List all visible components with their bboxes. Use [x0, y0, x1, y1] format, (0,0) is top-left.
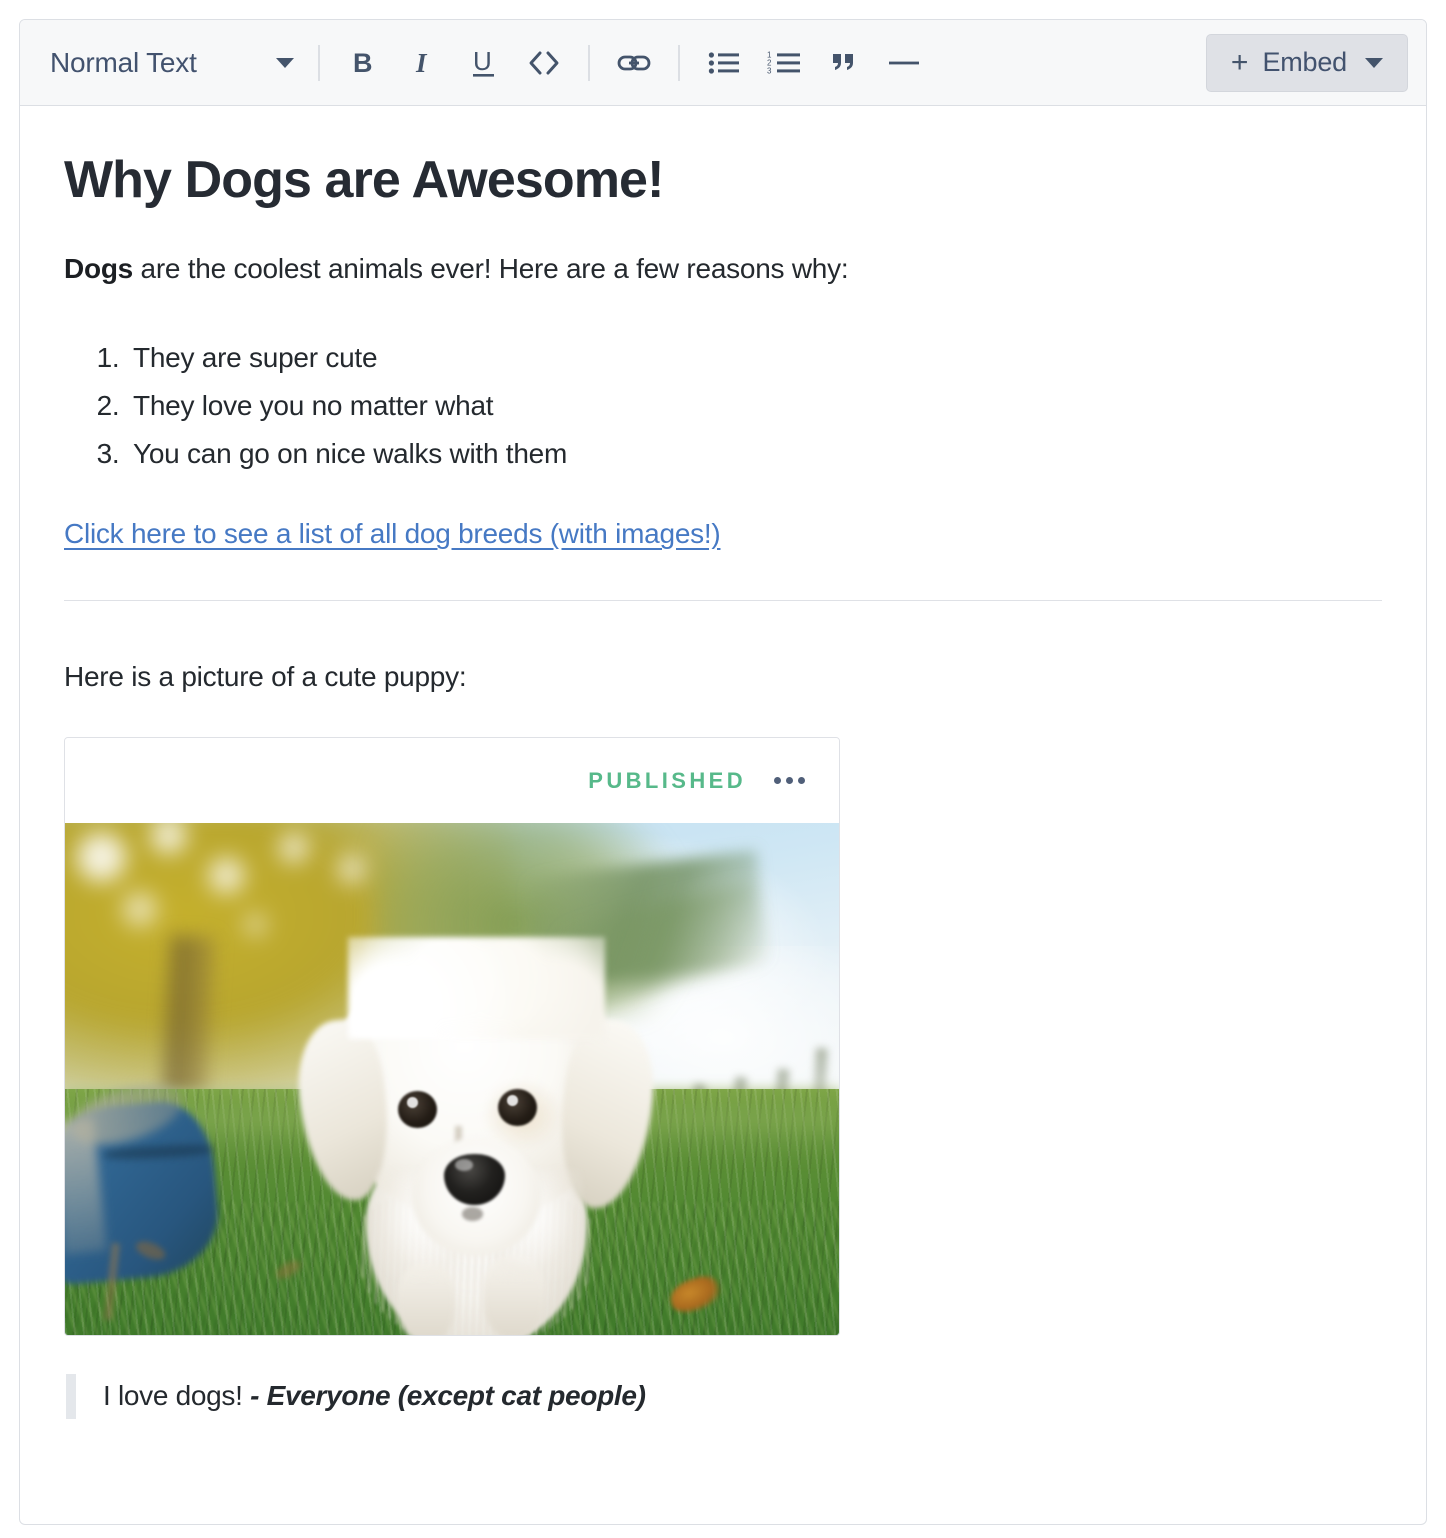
embed-card-header: PUBLISHED	[65, 738, 839, 823]
puppy-nose-highlight	[455, 1159, 473, 1171]
puppy-mouth	[462, 1207, 483, 1221]
dot	[798, 777, 805, 784]
dot	[774, 777, 781, 784]
horizontal-divider	[64, 600, 1382, 601]
bulleted-list-button[interactable]	[699, 38, 749, 88]
svg-text:3: 3	[767, 66, 772, 75]
svg-text:B: B	[353, 48, 373, 78]
more-horizontal-icon[interactable]	[772, 771, 807, 790]
blockquote-button[interactable]	[819, 38, 869, 88]
list-item: They are super cute	[127, 334, 1382, 382]
breeds-link-paragraph: Click here to see a list of all dog bree…	[64, 518, 1382, 550]
blockquote: I love dogs! - Everyone (except cat peop…	[64, 1374, 1382, 1419]
puppy-photo	[65, 823, 840, 1335]
puppy-eye	[498, 1089, 537, 1126]
text-style-value: Normal Text	[50, 47, 264, 79]
reasons-ordered-list: They are super cute They love you no mat…	[64, 334, 1382, 478]
editor-toolbar: Normal Text B I U	[20, 20, 1426, 106]
puppy-eye	[398, 1091, 437, 1128]
code-button[interactable]	[519, 38, 569, 88]
chevron-down-icon	[1365, 58, 1383, 68]
toolbar-divider	[678, 45, 680, 81]
toolbar-divider	[318, 45, 320, 81]
dog-breeds-link[interactable]: Click here to see a list of all dog bree…	[64, 518, 721, 549]
horizontal-rule-button[interactable]	[879, 38, 929, 88]
status-badge: PUBLISHED	[588, 768, 746, 794]
rich-text-editor: Normal Text B I U	[19, 19, 1427, 1525]
embed-card[interactable]: PUBLISHED	[64, 737, 840, 1336]
quote-attribution: - Everyone (except cat people)	[250, 1380, 646, 1411]
chevron-down-icon	[276, 58, 294, 68]
plus-icon: +	[1231, 48, 1249, 78]
blockquote-text: I love dogs! - Everyone (except cat peop…	[76, 1374, 646, 1419]
dot	[786, 777, 793, 784]
svg-text:U: U	[473, 47, 492, 76]
blockquote-bar	[66, 1374, 76, 1419]
page-title: Why Dogs are Awesome!	[64, 106, 1382, 211]
list-item: They love you no matter what	[127, 382, 1382, 430]
numbered-list-button[interactable]: 1 2 3	[759, 38, 809, 88]
embed-button-label: Embed	[1262, 47, 1347, 78]
toolbar-divider	[588, 45, 590, 81]
document-content[interactable]: Why Dogs are Awesome! Dogs are the coole…	[20, 106, 1426, 1524]
intro-paragraph: Dogs are the coolest animals ever! Here …	[64, 250, 1382, 288]
intro-rest-text: are the coolest animals ever! Here are a…	[133, 253, 848, 284]
underline-button[interactable]: U	[459, 38, 509, 88]
svg-text:I: I	[415, 48, 428, 78]
puppy-eye-highlight	[507, 1095, 518, 1106]
italic-button[interactable]: I	[399, 38, 449, 88]
link-button[interactable]	[609, 38, 659, 88]
text-style-dropdown[interactable]: Normal Text	[42, 37, 304, 89]
bold-button[interactable]: B	[339, 38, 389, 88]
intro-bold-text: Dogs	[64, 253, 133, 284]
list-item: You can go on nice walks with them	[127, 430, 1382, 478]
quote-plain-text: I love dogs!	[103, 1380, 250, 1411]
puppy-eye-highlight	[407, 1097, 418, 1108]
embed-button[interactable]: + Embed	[1206, 34, 1408, 92]
puppy-head-fur	[348, 937, 605, 1040]
photo-puppy	[298, 941, 655, 1335]
picture-caption: Here is a picture of a cute puppy:	[64, 661, 1382, 693]
